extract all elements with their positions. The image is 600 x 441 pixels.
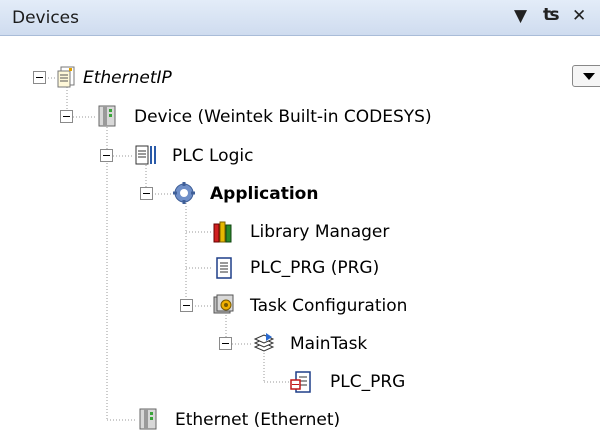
tree-item-label: Device (Weintek Built-in CODESYS) bbox=[134, 107, 432, 127]
project-icon bbox=[57, 66, 75, 88]
tree-item-label: Library Manager bbox=[250, 222, 390, 242]
task-configuration-icon bbox=[213, 294, 234, 314]
tree-item-label: MainTask bbox=[290, 334, 368, 354]
tree-item-label: Task Configuration bbox=[250, 296, 408, 316]
tree-item-label: PLC_PRG bbox=[330, 372, 406, 392]
tree-item-label: Ethernet (Ethernet) bbox=[175, 410, 341, 430]
collapse-toggle[interactable] bbox=[60, 110, 73, 123]
tree-item-label: PLC Logic bbox=[172, 146, 254, 166]
application-gear-icon bbox=[173, 182, 195, 204]
ethernet-device-icon bbox=[139, 408, 157, 430]
device-icon bbox=[98, 105, 116, 127]
tree-item-label: EthernetIP bbox=[83, 68, 172, 88]
plc-logic-icon bbox=[135, 145, 156, 165]
tree-item-label: Application bbox=[210, 184, 319, 204]
task-icon bbox=[253, 333, 275, 352]
document-icon bbox=[216, 257, 232, 279]
library-books-icon bbox=[213, 221, 232, 243]
collapse-toggle[interactable] bbox=[33, 71, 46, 84]
collapse-toggle[interactable] bbox=[180, 299, 193, 312]
program-call-icon bbox=[290, 371, 311, 393]
tree-item-label: PLC_PRG (PRG) bbox=[250, 258, 380, 278]
collapse-toggle[interactable] bbox=[219, 337, 232, 350]
collapse-toggle[interactable] bbox=[140, 187, 153, 200]
collapse-toggle[interactable] bbox=[100, 149, 113, 162]
